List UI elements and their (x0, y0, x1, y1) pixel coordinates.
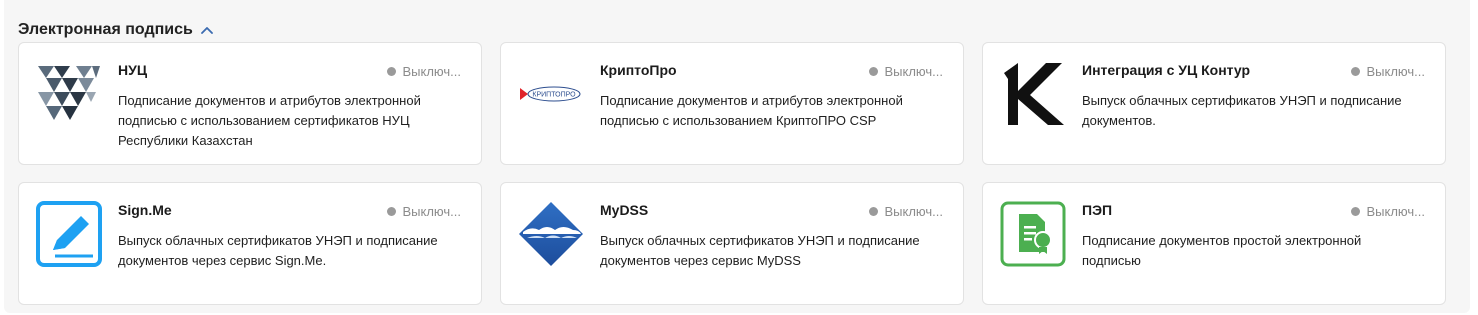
card-description: Подписание документов и атрибутов электр… (600, 93, 903, 128)
card-title: КриптоПро (600, 62, 677, 78)
status-dot-icon (1351, 67, 1361, 76)
status-badge: Выключ... (1351, 204, 1425, 219)
mydss-logo-icon (515, 198, 587, 270)
section-title: Электронная подпись (18, 21, 193, 38)
card-cryptopro[interactable]: КРИПТОПРО КриптоПро Выключ... Подписание… (500, 42, 964, 165)
status-label: Выключ... (884, 204, 943, 219)
card-title: ПЭП (1082, 202, 1113, 218)
status-dot-icon (869, 67, 879, 76)
card-description: Выпуск облачных сертификатов УНЭП и подп… (118, 233, 438, 268)
card-nuc[interactable]: НУЦ Выключ... Подписание документов и ат… (18, 42, 482, 165)
status-dot-icon (869, 207, 879, 216)
status-badge: Выключ... (1351, 64, 1425, 79)
card-signme[interactable]: Sign.Me Выключ... Выпуск облачных сертиф… (18, 182, 482, 305)
status-label: Выключ... (1366, 64, 1425, 79)
section-header-toggle[interactable]: Электронная подпись (18, 19, 214, 41)
card-mydss[interactable]: MyDSS Выключ... Выпуск облачных сертифик… (500, 182, 964, 305)
card-title: НУЦ (118, 62, 148, 78)
status-label: Выключ... (402, 64, 461, 79)
cryptopro-logo-icon: КРИПТОПРО (515, 58, 587, 130)
status-label: Выключ... (402, 204, 461, 219)
status-dot-icon (387, 67, 397, 76)
chevron-up-icon[interactable] (200, 23, 214, 37)
card-title: MyDSS (600, 202, 649, 218)
card-kontur[interactable]: Интеграция с УЦ Контур Выключ... Выпуск … (982, 42, 1446, 165)
status-badge: Выключ... (869, 204, 943, 219)
status-label: Выключ... (884, 64, 943, 79)
status-dot-icon (1351, 207, 1361, 216)
card-description: Подписание документов и атрибутов электр… (118, 93, 421, 148)
card-description: Выпуск облачных сертификатов УНЭП и подп… (1082, 93, 1402, 128)
status-badge: Выключ... (387, 64, 461, 79)
card-title: Sign.Me (118, 202, 172, 218)
cryptopro-logo-text: КРИПТОПРО (532, 92, 576, 99)
kontur-logo-icon (997, 58, 1069, 130)
card-pep[interactable]: ПЭП Выключ... Подписание документов прос… (982, 182, 1446, 305)
card-description: Выпуск облачных сертификатов УНЭП и подп… (600, 233, 920, 268)
status-badge: Выключ... (387, 204, 461, 219)
pep-logo-icon (997, 198, 1069, 270)
signme-logo-icon (33, 198, 105, 270)
card-description: Подписание документов простой электронно… (1082, 233, 1362, 268)
status-badge: Выключ... (869, 64, 943, 79)
status-dot-icon (387, 207, 397, 216)
status-label: Выключ... (1366, 204, 1425, 219)
card-title: Интеграция с УЦ Контур (1082, 62, 1251, 78)
nuc-logo-icon (33, 58, 105, 130)
